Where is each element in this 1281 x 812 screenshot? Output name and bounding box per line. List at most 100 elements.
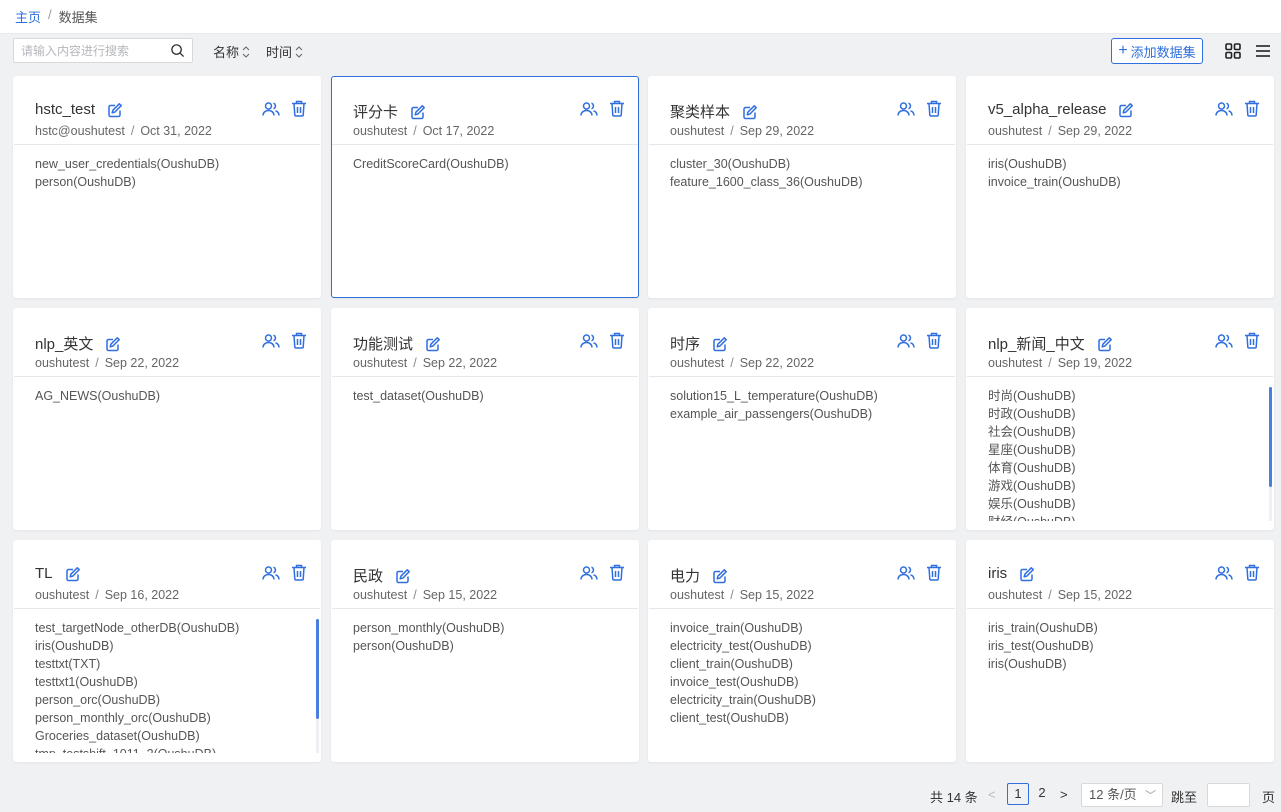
- dataset-card[interactable]: 时序 oushutest / Sep 22, 2022 solution15_L_tem…: [648, 308, 956, 530]
- delete-icon[interactable]: [926, 100, 942, 117]
- sort-by-name-label: 名称: [213, 45, 240, 60]
- sort-by-name-button[interactable]: 名称: [213, 42, 251, 61]
- edit-icon[interactable]: [1097, 336, 1113, 352]
- meta-separator: /: [730, 588, 734, 602]
- page-size-select[interactable]: 12 条/页 ﹀: [1081, 783, 1163, 807]
- list-view-icon[interactable]: [1255, 43, 1271, 59]
- dataset-table-item: invoice_train(OushuDB): [670, 621, 803, 635]
- edit-icon[interactable]: [712, 336, 728, 352]
- delete-icon[interactable]: [609, 332, 625, 349]
- dataset-card[interactable]: 电力 oushutest / Sep 15, 2022 invoice_train(Ou…: [648, 540, 956, 762]
- card-title-row: 评分卡: [353, 101, 426, 122]
- meta-separator: /: [1048, 588, 1052, 602]
- dataset-table-item: person_monthly(OushuDB): [353, 621, 505, 635]
- dataset-card[interactable]: TL oushutest / Sep 16, 2022 test_targetNode_…: [13, 540, 321, 762]
- sort-by-time-button[interactable]: 时间: [266, 42, 304, 61]
- dataset-date: Sep 29, 2022: [739, 124, 815, 138]
- dataset-table-item: person(OushuDB): [35, 175, 136, 189]
- dataset-card[interactable]: nlp_新闻_中文 oushutest / Sep 19, 2022 时尚(OushuD…: [966, 308, 1274, 530]
- dataset-card[interactable]: nlp_英文 oushutest / Sep 22, 2022 AG_NEWS(Oush…: [13, 308, 321, 530]
- dataset-table-item: 时尚(OushuDB): [988, 389, 1076, 403]
- card-scrollbar[interactable]: [316, 619, 319, 753]
- dataset-owner: oushutest: [988, 124, 1043, 138]
- delete-icon[interactable]: [291, 100, 307, 117]
- dataset-table-item: client_train(OushuDB): [670, 657, 793, 671]
- dataset-card[interactable]: 功能测试 oushutest / Sep 22, 2022 test_dataset(O…: [331, 308, 639, 530]
- scrollbar-thumb[interactable]: [316, 619, 319, 719]
- dataset-title: TL: [35, 565, 53, 582]
- share-users-icon[interactable]: [897, 101, 915, 117]
- share-users-icon[interactable]: [897, 565, 915, 581]
- delete-icon[interactable]: [926, 332, 942, 349]
- share-users-icon[interactable]: [1215, 565, 1233, 581]
- edit-icon[interactable]: [65, 566, 81, 582]
- dataset-card[interactable]: iris oushutest / Sep 15, 2022 iris_train(Ous…: [966, 540, 1274, 762]
- dataset-title: nlp_新闻_中文: [988, 336, 1085, 353]
- share-users-icon[interactable]: [262, 333, 280, 349]
- delete-icon[interactable]: [609, 100, 625, 117]
- edit-icon[interactable]: [105, 336, 121, 352]
- delete-icon[interactable]: [1244, 332, 1260, 349]
- dataset-table-list: cluster_30(OushuDB) feature_1600_class_36…: [670, 155, 947, 289]
- dataset-table-list: iris(OushuDB) invoice_train(OushuDB): [988, 155, 1265, 289]
- card-title-row: v5_alpha_release: [988, 101, 1134, 118]
- share-users-icon[interactable]: [580, 333, 598, 349]
- pagination-prev-button[interactable]: <: [988, 787, 996, 802]
- jump-page-input[interactable]: [1207, 783, 1250, 807]
- share-users-icon[interactable]: [580, 565, 598, 581]
- meta-separator: /: [1048, 356, 1052, 370]
- dataset-card[interactable]: 评分卡 oushutest / Oct 17, 2022 CreditScoreCard…: [331, 76, 639, 298]
- meta-separator: /: [730, 356, 734, 370]
- dataset-card[interactable]: 聚类样本 oushutest / Sep 29, 2022 cluster_30(Ous…: [648, 76, 956, 298]
- share-users-icon[interactable]: [897, 333, 915, 349]
- dataset-meta: oushutest / Sep 15, 2022: [988, 588, 1132, 602]
- meta-separator: /: [95, 588, 99, 602]
- edit-icon[interactable]: [425, 336, 441, 352]
- delete-icon[interactable]: [1244, 564, 1260, 581]
- delete-icon[interactable]: [291, 564, 307, 581]
- dataset-card[interactable]: hstc_test hstc@oushutest / Oct 31, 2022 new_…: [13, 76, 321, 298]
- dataset-card[interactable]: v5_alpha_release oushutest / Sep 29, 2022 ir…: [966, 76, 1274, 298]
- toolbar: 名称 时间 + 添加数据集: [0, 34, 1281, 70]
- grid-view-icon[interactable]: [1225, 43, 1241, 59]
- edit-icon[interactable]: [395, 568, 411, 584]
- edit-icon[interactable]: [712, 568, 728, 584]
- share-users-icon[interactable]: [262, 565, 280, 581]
- delete-icon[interactable]: [926, 564, 942, 581]
- share-users-icon[interactable]: [1215, 101, 1233, 117]
- search-input[interactable]: [14, 39, 164, 62]
- dataset-table-item: electricity_test(OushuDB): [670, 639, 812, 653]
- add-dataset-button[interactable]: + 添加数据集: [1111, 38, 1203, 64]
- breadcrumb-home-link[interactable]: 主页: [15, 7, 41, 26]
- delete-icon[interactable]: [609, 564, 625, 581]
- dataset-meta: oushutest / Sep 29, 2022: [670, 124, 814, 138]
- pagination: 共 14 条 < 1 2 > 12 条/页 ﹀ 跳至 页: [0, 783, 1281, 807]
- plus-icon: +: [1118, 42, 1128, 59]
- pagination-page-1[interactable]: 1: [1007, 783, 1029, 805]
- pagination-next-button[interactable]: >: [1060, 787, 1068, 802]
- card-header: v5_alpha_release oushutest / Sep 29, 2022: [967, 77, 1273, 145]
- card-scrollbar[interactable]: [1269, 387, 1272, 521]
- dataset-table-item: 娱乐(OushuDB): [988, 497, 1076, 511]
- dataset-table-item: 时政(OushuDB): [988, 407, 1076, 421]
- delete-icon[interactable]: [1244, 100, 1260, 117]
- dataset-meta: oushutest / Sep 22, 2022: [35, 356, 179, 370]
- edit-icon[interactable]: [107, 102, 123, 118]
- search-icon[interactable]: [170, 43, 185, 58]
- dataset-date: Sep 15, 2022: [1057, 588, 1133, 602]
- share-users-icon[interactable]: [580, 101, 598, 117]
- dataset-meta: hstc@oushutest / Oct 31, 2022: [35, 124, 212, 138]
- share-users-icon[interactable]: [1215, 333, 1233, 349]
- edit-icon[interactable]: [1019, 566, 1035, 582]
- edit-icon[interactable]: [410, 104, 426, 120]
- edit-icon[interactable]: [1118, 102, 1134, 118]
- delete-icon[interactable]: [291, 332, 307, 349]
- share-users-icon[interactable]: [262, 101, 280, 117]
- dataset-card[interactable]: 民政 oushutest / Sep 15, 2022 person_monthly(O…: [331, 540, 639, 762]
- dataset-owner: oushutest: [988, 356, 1043, 370]
- top-bar: 主页 / 数据集: [0, 0, 1281, 34]
- scrollbar-thumb[interactable]: [1269, 387, 1272, 487]
- edit-icon[interactable]: [742, 104, 758, 120]
- dataset-table-item: invoice_test(OushuDB): [670, 675, 799, 689]
- pagination-page-2[interactable]: 2: [1031, 783, 1053, 805]
